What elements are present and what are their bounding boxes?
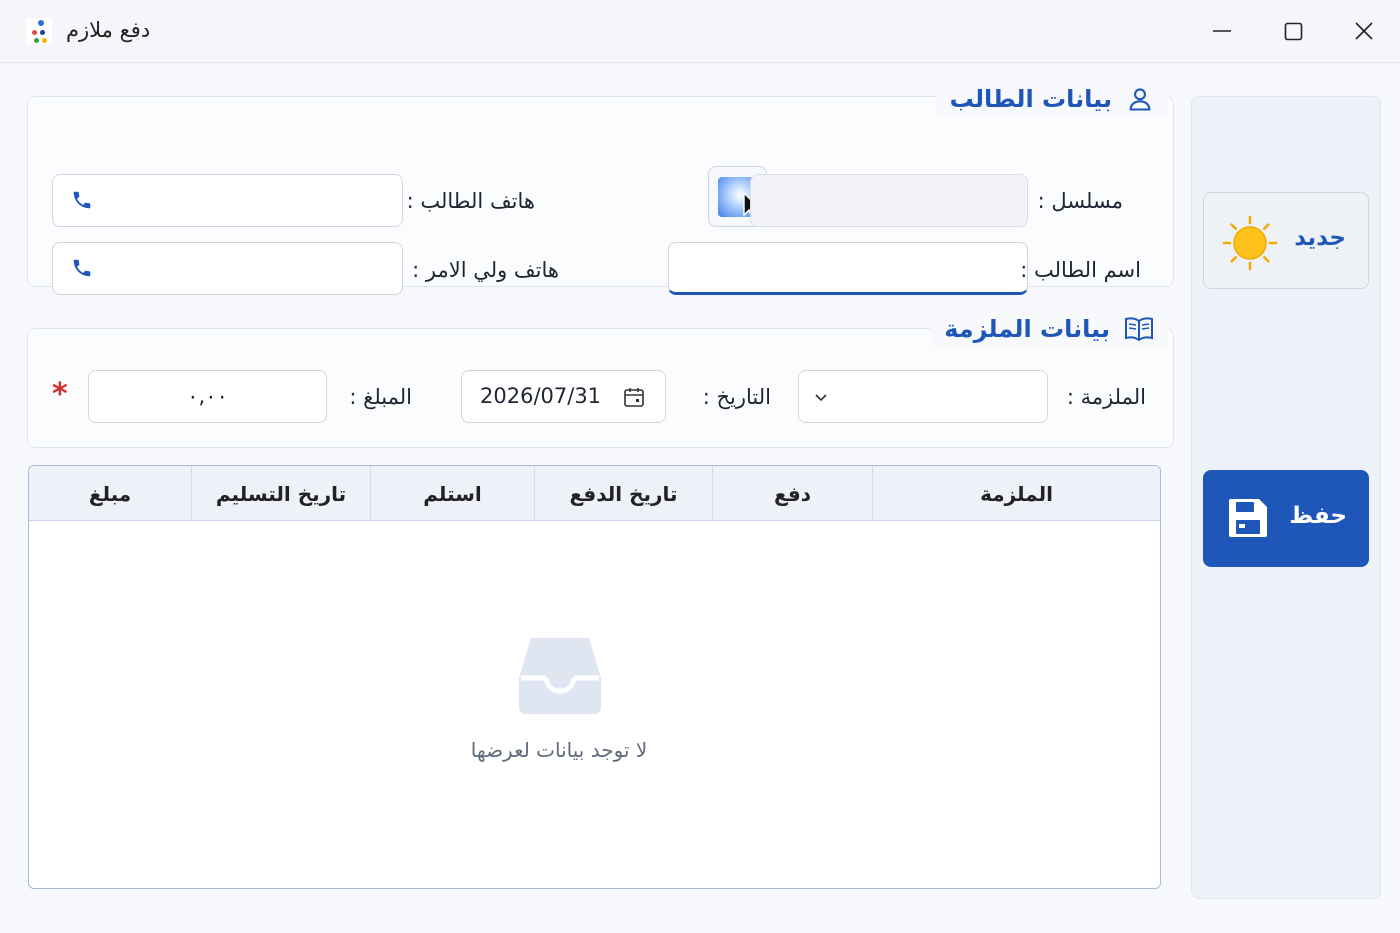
date-value: 2026/07/31	[480, 384, 602, 408]
empty-message: لا توجد بيانات لعرضها	[470, 738, 648, 762]
save-icon	[1229, 499, 1267, 537]
table-header: الملزمة دفع تاريخ الدفع استلم تاريخ التس…	[29, 466, 1160, 521]
amount-label: المبلغ :	[349, 385, 412, 409]
column-header-delivery-date[interactable]: تاريخ التسليم	[191, 466, 370, 521]
actions-panel: جديد حفظ	[1191, 96, 1381, 899]
payments-table[interactable]: الملزمة دفع تاريخ الدفع استلم تاريخ التس…	[28, 465, 1161, 889]
booklet-group: الملزمة : 2026/07/31 التاريخ : ٠,٠٠ المب…	[27, 328, 1174, 448]
required-mark: *	[52, 377, 68, 412]
student-legend: بيانات الطالب	[935, 82, 1168, 116]
student-legend-text: بيانات الطالب	[949, 85, 1112, 113]
save-button[interactable]: حفظ	[1203, 470, 1369, 567]
column-header-received[interactable]: استلم	[370, 466, 534, 521]
booklet-select[interactable]	[798, 370, 1048, 423]
student-phone-label: هاتف الطالب :	[406, 189, 535, 213]
user-icon	[1129, 88, 1151, 111]
student-name-label: اسم الطالب :	[1020, 258, 1141, 282]
minimize-icon	[1213, 30, 1231, 32]
column-header-amount[interactable]: مبلغ	[29, 466, 191, 521]
calendar-icon[interactable]	[622, 385, 646, 409]
serial-label: مسلسل :	[1037, 189, 1123, 213]
inbox-icon	[519, 638, 601, 714]
window-title: دفع ملازم	[66, 18, 151, 42]
booklet-legend: بيانات الملزمة	[930, 312, 1168, 346]
student-name-field[interactable]	[668, 242, 1028, 295]
maximize-button[interactable]	[1273, 14, 1313, 48]
student-group: مسلسل : اسم الطالب : هاتف الطالب : هاتف …	[27, 96, 1174, 295]
save-button-label: حفظ	[1289, 503, 1347, 529]
new-button[interactable]: جديد	[1203, 192, 1369, 289]
close-icon	[1355, 22, 1373, 40]
client-area: مسلسل : اسم الطالب : هاتف الطالب : هاتف …	[0, 64, 1400, 933]
guardian-phone-field[interactable]	[52, 242, 403, 295]
guardian-phone-label: هاتف ولي الامر :	[412, 258, 559, 282]
chevron-down-icon	[815, 394, 827, 402]
column-header-paid[interactable]: دفع	[712, 466, 872, 521]
booklet-legend-text: بيانات الملزمة	[944, 315, 1110, 343]
booklet-label: الملزمة :	[1066, 385, 1146, 409]
new-button-label: جديد	[1294, 225, 1346, 251]
column-header-booklet[interactable]: الملزمة	[872, 466, 1160, 521]
phone-icon	[73, 191, 91, 209]
student-phone-field[interactable]	[52, 174, 403, 227]
serial-field[interactable]	[750, 174, 1028, 227]
title-bar: دفع ملازم	[0, 0, 1400, 63]
phone-icon	[73, 259, 91, 277]
date-label: التاريخ :	[702, 385, 771, 409]
maximize-icon	[1284, 22, 1303, 41]
date-picker[interactable]: 2026/07/31	[461, 370, 666, 423]
minimize-button[interactable]	[1202, 14, 1242, 48]
app-icon	[26, 18, 52, 44]
book-icon	[1125, 317, 1153, 342]
sun-icon	[1222, 215, 1278, 271]
column-header-payment-date[interactable]: تاريخ الدفع	[534, 466, 712, 521]
amount-value: ٠,٠٠	[187, 384, 228, 408]
close-button[interactable]	[1344, 14, 1384, 48]
amount-field[interactable]: ٠,٠٠	[88, 370, 327, 423]
